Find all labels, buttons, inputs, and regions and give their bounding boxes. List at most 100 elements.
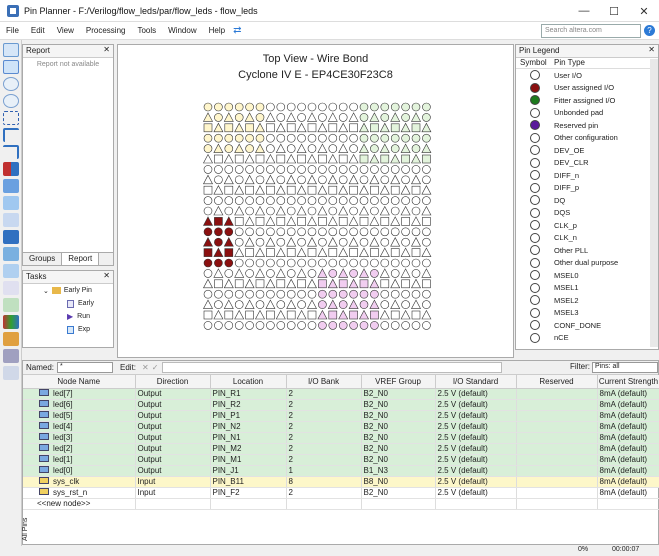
package-pin[interactable] <box>318 196 327 205</box>
package-pin[interactable] <box>390 196 400 205</box>
package-pin[interactable] <box>370 144 379 153</box>
package-pin[interactable] <box>327 237 338 247</box>
package-pin[interactable] <box>411 133 421 143</box>
package-pin[interactable] <box>276 133 286 143</box>
package-pin[interactable] <box>245 196 254 205</box>
color-icon[interactable] <box>3 315 19 329</box>
table-cell[interactable]: PIN_R2 <box>210 399 287 411</box>
package-pin[interactable] <box>359 102 369 112</box>
package-pin[interactable] <box>421 185 432 195</box>
package-pin[interactable] <box>318 113 327 122</box>
package-pin[interactable] <box>275 185 286 195</box>
package-pin[interactable] <box>379 122 390 133</box>
package-pin[interactable] <box>422 154 431 164</box>
package-pin[interactable] <box>266 258 275 268</box>
package-pin[interactable] <box>213 247 224 257</box>
package-pin[interactable] <box>411 216 421 226</box>
package-pin[interactable] <box>203 227 213 237</box>
table-row[interactable]: led[7] Output PIN_R1 2 B2_N0 2.5 V (default) 8… <box>23 388 659 400</box>
package-pin[interactable] <box>401 165 410 174</box>
package-pin[interactable] <box>265 237 276 247</box>
tab-groups[interactable]: Groups <box>23 253 63 265</box>
package-pin[interactable] <box>359 133 369 143</box>
package-pin[interactable] <box>245 165 254 174</box>
package-pin[interactable] <box>286 206 296 216</box>
package-pin[interactable] <box>390 165 400 174</box>
close-icon[interactable]: ✕ <box>103 271 110 280</box>
package-pin[interactable] <box>234 227 244 237</box>
redo-icon[interactable] <box>3 145 19 159</box>
column-header[interactable]: I/O Bank <box>286 375 362 389</box>
package-pin[interactable] <box>401 196 410 205</box>
package-pin[interactable] <box>255 300 265 309</box>
package-pin[interactable] <box>234 279 244 289</box>
package-pin[interactable] <box>318 133 327 143</box>
package-pin[interactable] <box>422 196 431 205</box>
package-pin[interactable] <box>349 123 358 133</box>
package-pin[interactable] <box>359 227 369 237</box>
package-pin[interactable] <box>327 299 338 309</box>
package-pin[interactable] <box>422 175 431 185</box>
package-pin[interactable] <box>359 300 369 309</box>
package-pin[interactable] <box>224 185 234 195</box>
minimize-button[interactable]: — <box>569 0 599 22</box>
package-pin[interactable] <box>307 102 317 112</box>
package-pin[interactable] <box>338 258 348 268</box>
package-pin[interactable] <box>400 268 411 278</box>
package-pin[interactable] <box>359 289 369 299</box>
package-pin[interactable] <box>359 143 369 153</box>
package-pin[interactable] <box>390 258 400 268</box>
package-pin[interactable] <box>421 268 432 278</box>
package-pin[interactable] <box>411 144 421 153</box>
package-pin[interactable] <box>317 205 328 216</box>
package-pin[interactable] <box>307 165 317 174</box>
package-pin[interactable] <box>213 205 224 216</box>
package-pin[interactable] <box>369 174 380 185</box>
package-pin[interactable] <box>317 247 328 257</box>
package-pin[interactable] <box>369 112 380 122</box>
package-pin[interactable] <box>297 227 306 237</box>
package-pin[interactable] <box>275 309 286 320</box>
package-pin[interactable] <box>318 154 327 164</box>
package-pin[interactable] <box>390 278 401 289</box>
package-pin[interactable] <box>338 268 349 278</box>
fit-icon[interactable] <box>3 111 19 125</box>
package-pin[interactable] <box>422 300 431 309</box>
package-pin[interactable] <box>359 279 369 289</box>
package-pin[interactable] <box>266 310 275 320</box>
package-pin[interactable] <box>203 196 213 205</box>
package-pin[interactable] <box>224 321 234 330</box>
package-pin[interactable] <box>370 248 379 257</box>
table-cell[interactable]: PIN_M1 <box>210 454 287 466</box>
package-pin[interactable] <box>255 321 265 330</box>
package-pin[interactable] <box>224 227 234 237</box>
package-pin[interactable] <box>307 237 317 247</box>
package-pin[interactable] <box>296 185 307 195</box>
named-combo[interactable]: * <box>57 362 114 373</box>
menu-help[interactable]: Help <box>203 26 231 35</box>
package-pin[interactable] <box>296 122 307 133</box>
package-pin[interactable] <box>328 289 338 299</box>
package-pin[interactable] <box>380 321 390 330</box>
package-pin[interactable] <box>348 278 359 289</box>
package-pin[interactable] <box>400 247 411 257</box>
package-pin[interactable] <box>265 174 276 185</box>
table-row[interactable]: sys_rst_n Input PIN_F2 2 B2_N0 2.5 V (default… <box>23 487 659 499</box>
diff-pin-icon[interactable] <box>3 196 19 210</box>
column-header[interactable]: Location <box>210 375 287 389</box>
package-pin[interactable] <box>307 153 317 164</box>
package-pin[interactable] <box>224 269 234 278</box>
package-pin[interactable] <box>370 310 379 320</box>
package-pin[interactable] <box>422 237 431 247</box>
package-pin[interactable] <box>266 185 275 195</box>
package-pin[interactable] <box>214 217 223 226</box>
pll-icon[interactable] <box>3 230 19 244</box>
package-pin[interactable] <box>359 165 369 174</box>
package-pin[interactable] <box>328 248 338 257</box>
package-pin[interactable] <box>359 175 369 185</box>
package-pin[interactable] <box>327 216 338 226</box>
package-pin[interactable] <box>411 269 421 278</box>
package-pin[interactable] <box>422 133 431 143</box>
package-pin[interactable] <box>328 102 338 112</box>
package-pin[interactable] <box>390 102 400 112</box>
